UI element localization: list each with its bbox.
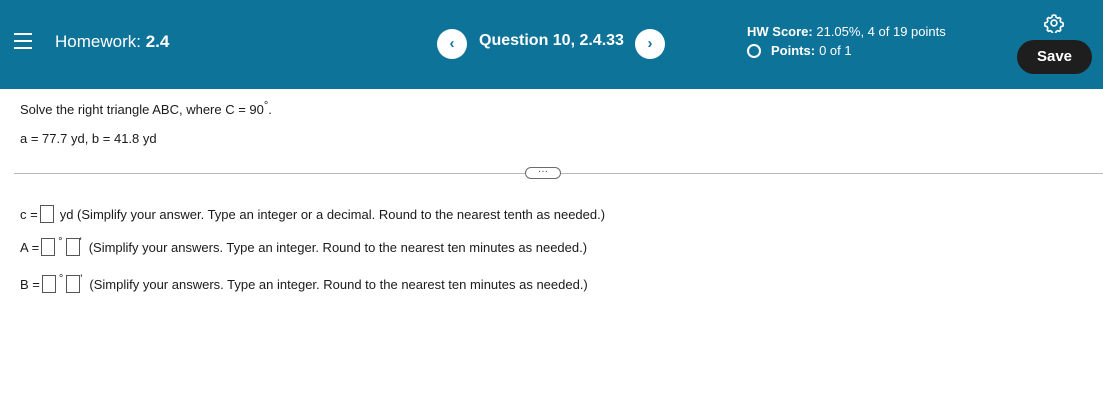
a-label: A = <box>20 239 40 255</box>
homework-label: Homework: <box>55 32 141 51</box>
b-label: B = <box>20 276 40 292</box>
b-minutes-input[interactable] <box>66 275 81 293</box>
problem-given: a = 77.7 yd, b = 41.8 yd <box>20 131 157 146</box>
question-title: Question 10, 2.4.33 <box>479 32 624 49</box>
problem-prompt-text: Solve the right triangle ABC, where C = … <box>20 102 264 117</box>
gear-icon[interactable] <box>1044 13 1064 33</box>
problem-prompt: Solve the right triangle ABC, where C = … <box>20 100 272 117</box>
more-button[interactable]: ··· <box>525 167 561 179</box>
save-button[interactable]: Save <box>1017 40 1092 74</box>
menu-icon[interactable] <box>14 33 32 49</box>
c-answer-input[interactable] <box>39 205 54 223</box>
answer-row-b: B = ° ' (Simplify your answers. Type an … <box>20 273 588 293</box>
a-degrees-input[interactable] <box>41 238 56 256</box>
points-value: 0 of 1 <box>819 43 852 58</box>
c-hint: yd (Simplify your answer. Type an intege… <box>59 206 606 222</box>
top-bar: Homework: 2.4 ‹ Question 10, 2.4.33 › HW… <box>0 0 1103 89</box>
homework-number: 2.4 <box>145 32 170 51</box>
next-question-button[interactable]: › <box>635 29 665 59</box>
previous-question-button[interactable]: ‹ <box>437 29 467 59</box>
a-minute-symbol: ' <box>79 236 82 248</box>
points-status: Points: 0 of 1 <box>747 43 852 58</box>
answer-row-a: A = ° ' (Simplify your answers. Type an … <box>20 236 588 256</box>
hw-score-value: 21.05%, 4 of 19 points <box>816 24 946 39</box>
hw-score: HW Score: 21.05%, 4 of 19 points <box>747 24 946 39</box>
homework-title: Homework: 2.4 <box>55 32 169 52</box>
b-degree-symbol: ° <box>58 273 64 285</box>
status-circle-icon <box>747 43 761 58</box>
prompt-period: . <box>268 102 272 117</box>
a-degree-symbol: ° <box>58 236 63 248</box>
b-degrees-input[interactable] <box>41 275 56 293</box>
points-label: Points: <box>771 43 816 58</box>
answer-row-c: c = yd (Simplify your answer. Type an in… <box>20 205 605 223</box>
hw-score-label: HW Score: <box>747 24 813 39</box>
c-label: c = <box>20 206 38 222</box>
a-minutes-input[interactable] <box>65 238 80 256</box>
b-minute-symbol: ' <box>80 273 83 285</box>
b-hint: (Simplify your answers. Type an integer.… <box>89 276 588 292</box>
a-hint: (Simplify your answers. Type an integer.… <box>88 239 588 255</box>
